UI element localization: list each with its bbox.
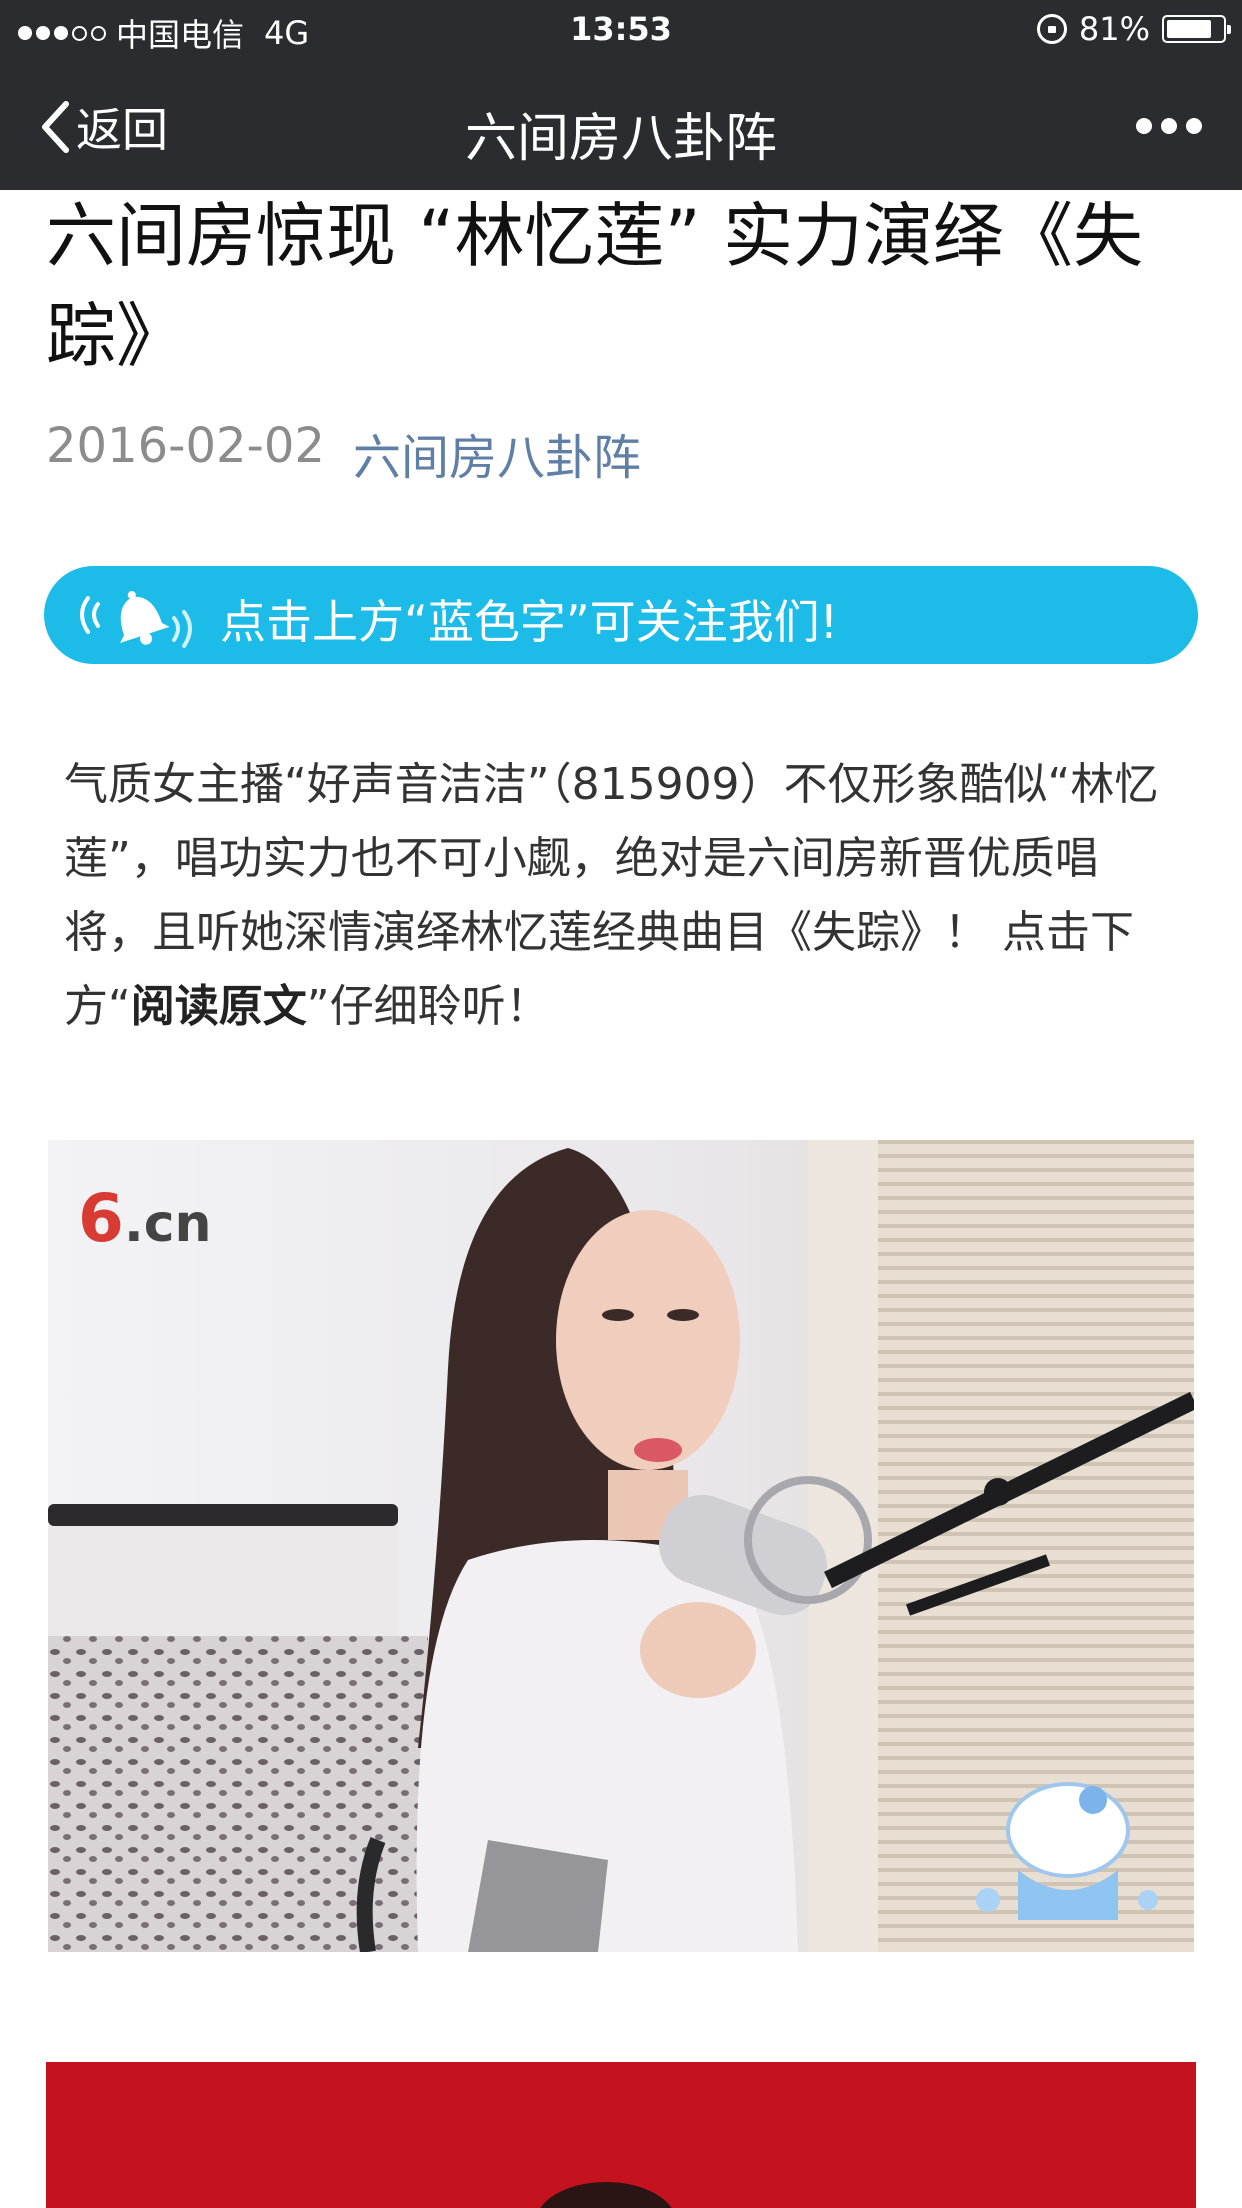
battery-percent: 81% [1078,10,1150,48]
nav-title: 六间房八卦阵 [464,109,777,169]
article-meta: 2016-02-02 六间房八卦阵 [46,418,641,488]
watermark-text: .cn [123,1194,212,1254]
status-right: 81% [1036,10,1231,48]
orientation-lock-icon [1036,14,1067,44]
nav-bar: 返回 六间房八卦阵 [0,62,1242,190]
account-link[interactable]: 六间房八卦阵 [353,418,641,488]
more-menu-icon[interactable] [1136,118,1202,134]
watermark-logo: 6.cn [78,1180,212,1257]
follow-banner-text: 点击上方“蓝色字”可关注我们! [220,595,839,649]
second-photo [46,2062,1196,2208]
publish-date: 2016-02-02 [46,418,325,474]
article-photo: 6.cn [48,1140,1194,1952]
follow-banner[interactable]: 点击上方“蓝色字”可关注我们! [44,566,1198,664]
article-title: 六间房惊现 “林忆莲” 实力演绎《失踪》 [46,195,1144,377]
bell-icon [80,590,192,648]
watermark-digit: 6 [78,1180,124,1257]
battery-icon [1162,15,1231,43]
read-original-link: 阅读原文 [130,981,307,1032]
article-body: 气质女主播“好声音洁洁”（815909）不仅形象酷似“林忆莲”，唱功实力也不可小… [64,748,1184,1044]
body-text-end: ”仔细聆听！ [306,981,550,1032]
status-bar: 中国电信 4G 13:53 81% [0,0,1242,62]
